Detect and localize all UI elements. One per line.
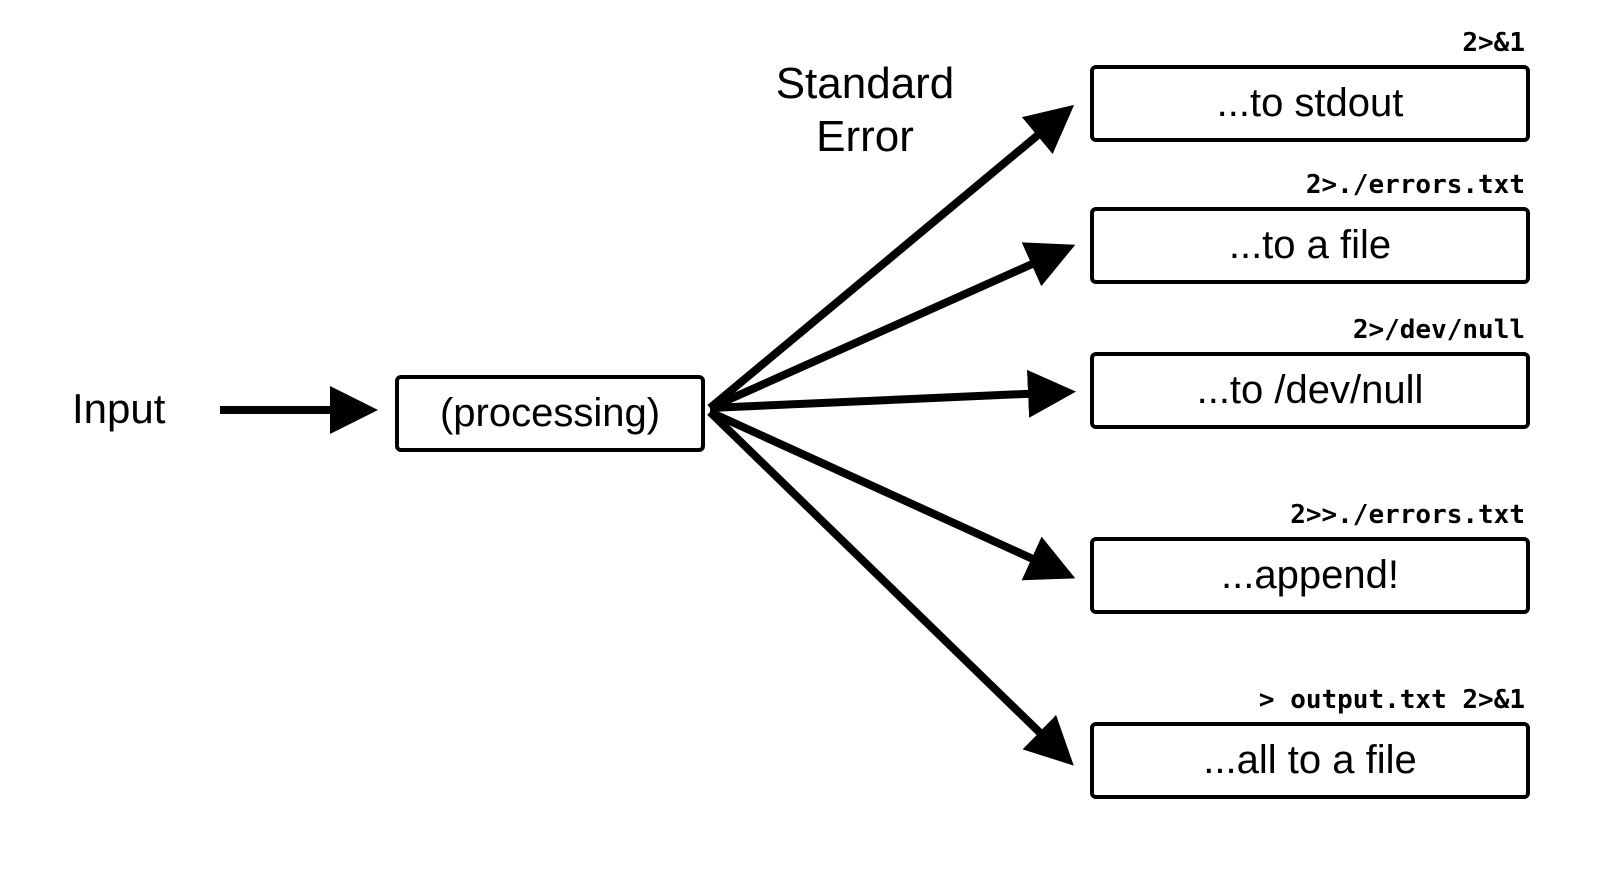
target-append: ...append! <box>1090 537 1530 614</box>
hint-file: 2>./errors.txt <box>1090 170 1525 200</box>
target-devnull: ...to /dev/null <box>1090 352 1530 429</box>
arrow-to-append <box>710 412 1068 575</box>
input-label: Input <box>72 385 165 433</box>
hint-append: 2>>./errors.txt <box>1090 500 1525 530</box>
target-stdout: ...to stdout <box>1090 65 1530 142</box>
stderr-heading: Standard Error <box>740 58 990 164</box>
processing-box: (processing) <box>395 375 705 452</box>
arrow-to-devnull <box>710 392 1068 408</box>
hint-allfile: > output.txt 2>&1 <box>1090 685 1525 715</box>
arrow-to-file <box>710 248 1068 408</box>
hint-devnull: 2>/dev/null <box>1090 315 1525 345</box>
target-file: ...to a file <box>1090 207 1530 284</box>
target-allfile: ...all to a file <box>1090 722 1530 799</box>
arrow-to-allfile <box>710 412 1068 760</box>
hint-stdout: 2>&1 <box>1090 28 1525 58</box>
